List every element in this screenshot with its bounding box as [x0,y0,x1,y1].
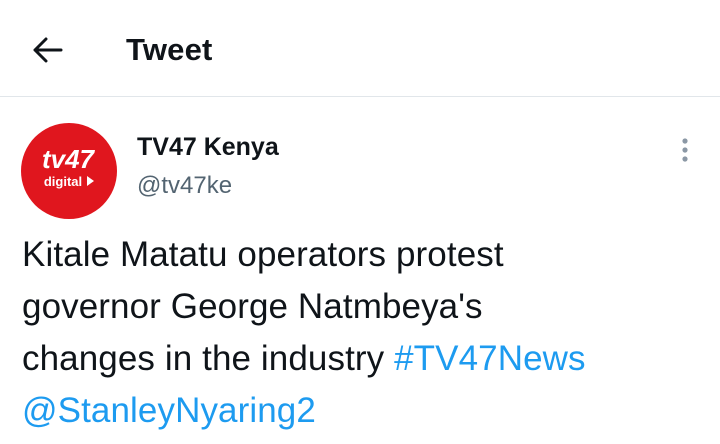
tweet-text-line: Kitale Matatu operators protest [22,235,504,274]
more-options-button[interactable] [670,130,700,170]
back-button[interactable] [24,26,72,74]
page-title: Tweet [126,32,213,67]
author-name[interactable]: TV47 Kenya [137,131,279,163]
mention-link[interactable]: @StanleyNyaring2 [22,391,316,430]
hashtag-link[interactable]: #TV47News [394,339,586,378]
tweet-text-line: changes in the industry #TV47News [22,333,712,385]
avatar[interactable]: tv47 digital [21,123,117,219]
arrow-left-icon [33,37,63,63]
logo-subtext: digital [44,174,82,189]
tv47-logo: tv47 digital [42,144,96,189]
author-handle[interactable]: @tv47ke [137,170,232,202]
tweet-text-fragment: changes in the industry [22,339,385,378]
tweet-text-fragment: governor George Natmbeya's [22,287,483,326]
tweet-text: Kitale Matatu operators protest governor… [22,229,712,437]
tweet-text-line: @StanleyNyaring2 [22,385,712,437]
more-vertical-icon [682,138,688,162]
top-bar: Tweet [0,0,720,97]
tweet-text-line: governor George Natmbeya's [22,281,712,333]
logo-text: tv47 [42,144,96,174]
